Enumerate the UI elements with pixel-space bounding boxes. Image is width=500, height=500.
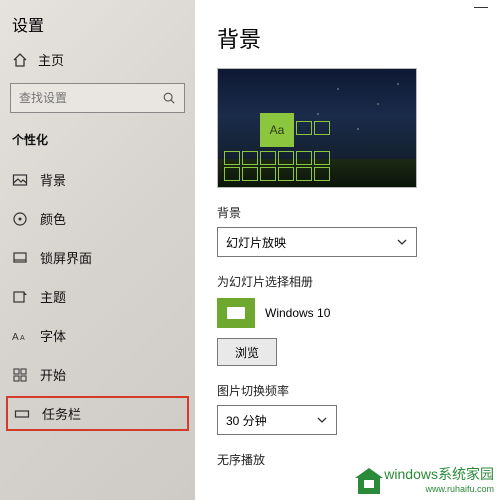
svg-text:A: A [20, 335, 25, 342]
sidebar-item-label: 开始 [40, 365, 66, 384]
watermark-brand: windows系统家园 [384, 464, 494, 484]
sidebar-item-themes[interactable]: 主题 [0, 279, 195, 314]
chevron-down-icon [396, 236, 408, 248]
sidebar: 设置 主页 个性化 背景 颜色 [0, 0, 195, 500]
search-icon [162, 91, 176, 105]
sidebar-item-start[interactable]: 开始 [0, 357, 195, 392]
watermark-url: www.ruhaifu.com [384, 484, 494, 494]
page-title: 背景 [217, 22, 482, 54]
preview-tile-row [296, 121, 330, 135]
background-mode-label: 背景 [217, 204, 482, 221]
font-icon: AA [12, 328, 28, 344]
background-mode-dropdown[interactable]: 幻灯片放映 [217, 227, 417, 257]
background-preview: Aa [217, 68, 417, 188]
home-icon [12, 52, 28, 68]
album-label: 为幻灯片选择相册 [217, 273, 482, 290]
start-icon [12, 367, 28, 383]
main-panel: 背景 Aa 背景 幻灯片放映 为幻灯片选择相册 [195, 0, 500, 500]
browse-label: 浏览 [235, 344, 259, 361]
search-field[interactable] [19, 91, 149, 105]
dropdown-value: 幻灯片放映 [226, 234, 286, 251]
watermark: windows系统家园 www.ruhaifu.com [358, 464, 494, 494]
album-thumbnail-inner [227, 307, 245, 319]
album-row: Windows 10 [217, 298, 482, 328]
sidebar-item-label: 锁屏界面 [40, 248, 92, 267]
sidebar-item-lockscreen[interactable]: 锁屏界面 [0, 240, 195, 275]
sidebar-item-colors[interactable]: 颜色 [0, 201, 195, 236]
watermark-text: windows系统家园 www.ruhaifu.com [384, 464, 494, 494]
album-thumbnail[interactable] [217, 298, 255, 328]
chevron-down-icon [316, 414, 328, 426]
sidebar-item-taskbar[interactable]: 任务栏 [6, 396, 189, 431]
taskbar-icon [14, 406, 30, 422]
album-name: Windows 10 [265, 306, 330, 320]
sidebar-item-label: 字体 [40, 326, 66, 345]
svg-text:A: A [12, 332, 19, 343]
dropdown-value: 30 分钟 [226, 412, 267, 429]
preview-start-tiles: Aa [224, 111, 334, 181]
minimize-icon[interactable] [474, 6, 488, 8]
home-label: 主页 [38, 50, 64, 69]
search-input[interactable] [10, 83, 185, 113]
sidebar-item-background[interactable]: 背景 [0, 162, 195, 197]
sidebar-item-label: 主题 [40, 287, 66, 306]
sidebar-item-home[interactable]: 主页 [0, 42, 195, 79]
section-title: 个性化 [0, 127, 195, 158]
sidebar-item-label: 任务栏 [42, 404, 81, 423]
interval-label: 图片切换频率 [217, 382, 482, 399]
sidebar-item-fonts[interactable]: AA 字体 [0, 318, 195, 353]
sidebar-item-label: 颜色 [40, 209, 66, 228]
palette-icon [12, 211, 28, 227]
watermark-logo-icon [358, 476, 380, 494]
sidebar-item-label: 背景 [40, 170, 66, 189]
settings-window: 设置 主页 个性化 背景 颜色 [0, 0, 500, 500]
settings-label: 设置 [12, 12, 44, 36]
top-bar: 设置 [0, 8, 195, 42]
browse-button[interactable]: 浏览 [217, 338, 277, 366]
image-icon [12, 172, 28, 188]
lockscreen-icon [12, 250, 28, 266]
theme-icon [12, 289, 28, 305]
preview-tile-sample: Aa [260, 113, 294, 147]
interval-dropdown[interactable]: 30 分钟 [217, 405, 337, 435]
preview-tile-grid [224, 151, 330, 181]
